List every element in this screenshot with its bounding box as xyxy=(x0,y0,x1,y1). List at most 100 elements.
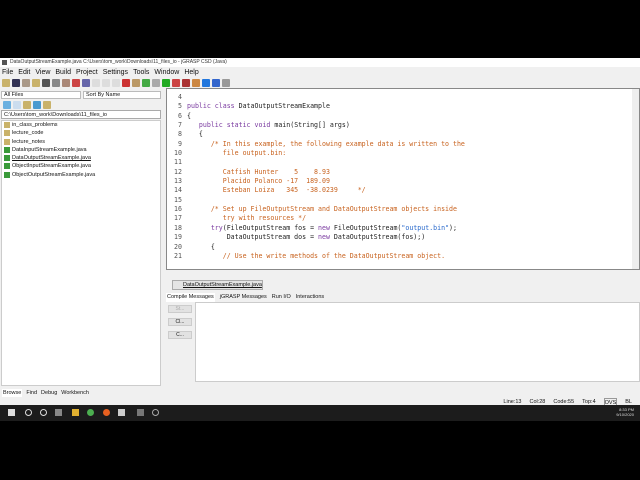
folder-up-icon[interactable] xyxy=(23,101,31,109)
jgrasp-icon[interactable] xyxy=(118,409,125,416)
file-filter-select[interactable]: All Files xyxy=(1,91,81,99)
toolbar-button-icon[interactable] xyxy=(92,79,100,87)
line-number: 20 xyxy=(174,242,182,251)
line-number: 19 xyxy=(174,233,182,242)
toolbar-button-icon[interactable] xyxy=(102,79,110,87)
tab-compile-messages[interactable]: Compile Messages xyxy=(166,293,215,302)
menu-window[interactable]: Window xyxy=(154,68,179,78)
code-line: 4 xyxy=(170,93,465,102)
clock[interactable]: 8:33 PM 9/10/2020 xyxy=(616,407,634,417)
tab-workbench[interactable]: Workbench xyxy=(61,389,89,397)
chrome-icon[interactable] xyxy=(87,409,94,416)
toolbar-button-icon[interactable] xyxy=(62,79,70,87)
path-field[interactable]: C:\Users\tom_work\Downloads\11_files_io xyxy=(1,110,161,119)
toolbar-button-icon[interactable] xyxy=(22,79,30,87)
menu-edit[interactable]: Edit xyxy=(18,68,30,78)
menu-tools[interactable]: Tools xyxy=(133,68,149,78)
code-line: 18 try(FileOutputStream fos = new FileOu… xyxy=(170,224,465,233)
toolbar-button-icon[interactable] xyxy=(32,79,40,87)
folder-item[interactable]: lecture_notes xyxy=(2,138,160,146)
forward-icon[interactable] xyxy=(13,101,21,109)
toolbar-button-icon[interactable] xyxy=(12,79,20,87)
file-item[interactable]: DataInputStreamExample.java xyxy=(2,146,160,154)
toolbar-button-icon[interactable] xyxy=(52,79,60,87)
code-line: 10 file output.bin: xyxy=(170,149,465,158)
code-line: 12 Catfish Hunter 5 8.93 xyxy=(170,168,465,177)
toolbar-button-icon[interactable] xyxy=(202,79,210,87)
toolbar-button-icon[interactable] xyxy=(72,79,80,87)
tab-find[interactable]: Find xyxy=(26,389,37,397)
message-button[interactable]: Cl... xyxy=(168,318,192,326)
toolbar-button-icon[interactable] xyxy=(212,79,220,87)
item-label: ObjectOutputStreamExample.java xyxy=(12,171,96,178)
code-line: 7 public static void main(String[] args) xyxy=(170,121,465,130)
editor-scrollbar[interactable] xyxy=(632,89,639,269)
menu-project[interactable]: Project xyxy=(76,68,98,78)
tab-jgrasp-messages[interactable]: jGRASP Messages xyxy=(220,293,267,302)
toolbar-button-icon[interactable] xyxy=(192,79,200,87)
toolbar-button-icon[interactable] xyxy=(82,79,90,87)
message-button[interactable]: St... xyxy=(168,305,192,313)
code-token: DataOutputStream(fos);) xyxy=(333,233,426,242)
title-bar: DataOutputStreamExample.java C:\Users\to… xyxy=(0,58,640,67)
folder-icon[interactable] xyxy=(43,101,51,109)
code-token: { xyxy=(187,242,215,251)
task-view-icon[interactable] xyxy=(55,409,62,416)
cortana-icon[interactable] xyxy=(40,409,47,416)
line-number: 11 xyxy=(174,158,182,167)
toolbar-button-icon[interactable] xyxy=(152,79,160,87)
message-tabs: Compile Messages jGRASP Messages Run I/O In… xyxy=(166,293,324,302)
sort-select[interactable]: Sort By Name xyxy=(83,91,161,99)
toolbar-button-icon[interactable] xyxy=(42,79,50,87)
taskbar: 8:33 PM 9/10/2020 xyxy=(0,405,640,421)
toolbar-button-icon[interactable] xyxy=(172,79,180,87)
folder-icon xyxy=(4,122,10,128)
item-label: in_class_problems xyxy=(12,122,58,128)
menu-help[interactable]: Help xyxy=(184,68,198,78)
toolbar-button-icon[interactable] xyxy=(122,79,130,87)
menu-file[interactable]: File xyxy=(2,68,13,78)
file-item[interactable]: ObjectOutputStreamExample.java xyxy=(2,171,160,179)
tab-run-i-o[interactable]: Run I/O xyxy=(272,293,291,302)
folder-item[interactable]: in_class_problems xyxy=(2,121,160,129)
toolbar-button-icon[interactable] xyxy=(132,79,140,87)
message-area[interactable] xyxy=(195,302,640,382)
code-line: 14 Esteban Loiza 345 -38.0239 */ xyxy=(170,186,465,195)
code-line: 20 { xyxy=(170,243,465,252)
app-icon[interactable] xyxy=(137,409,144,416)
toolbar-button-icon[interactable] xyxy=(112,79,120,87)
code-line: 15 xyxy=(170,196,465,205)
menu-settings[interactable]: Settings xyxy=(103,68,128,78)
file-explorer-icon[interactable] xyxy=(72,409,79,416)
back-icon[interactable] xyxy=(3,101,11,109)
menu-build[interactable]: Build xyxy=(55,68,71,78)
toolbar-button-icon[interactable] xyxy=(142,79,150,87)
folder-item[interactable]: lecture_code xyxy=(2,129,160,137)
code-token: Catfish Hunter 5 8.93 xyxy=(187,167,330,176)
code-token: Placido Polanco -17 189.09 xyxy=(187,177,330,186)
file-tab[interactable]: DataOutputStreamExample.java xyxy=(172,280,263,290)
refresh-icon[interactable] xyxy=(33,101,41,109)
tab-debug[interactable]: Debug xyxy=(41,389,57,397)
window-title: DataOutputStreamExample.java C:\Users\to… xyxy=(10,59,227,65)
tab-interactions[interactable]: Interactions xyxy=(296,293,324,302)
line-number: 10 xyxy=(174,149,182,158)
message-button[interactable]: C... xyxy=(168,331,192,339)
menu-view[interactable]: View xyxy=(35,68,50,78)
file-item[interactable]: ObjectInputStreamExample.java xyxy=(2,162,160,170)
search-icon[interactable] xyxy=(25,409,32,416)
toolbar-button-icon[interactable] xyxy=(2,79,10,87)
tab-browse[interactable]: Browse xyxy=(2,389,23,397)
file-item[interactable]: DataOutputStreamExample.java xyxy=(2,154,160,162)
toolbar-button-icon[interactable] xyxy=(162,79,170,87)
toolbar-button-icon[interactable] xyxy=(182,79,190,87)
start-icon[interactable] xyxy=(8,409,15,416)
code-area[interactable]: 4 5 public class DataOutputStreamExample 6{… xyxy=(170,93,465,261)
firefox-icon[interactable] xyxy=(103,409,110,416)
java-file-icon xyxy=(4,155,10,162)
settings-icon[interactable] xyxy=(152,409,159,416)
code-line: 6{ xyxy=(170,112,465,121)
code-editor[interactable]: 4 5 public class DataOutputStreamExample 6{… xyxy=(166,88,640,270)
toolbar-button-icon[interactable] xyxy=(222,79,230,87)
